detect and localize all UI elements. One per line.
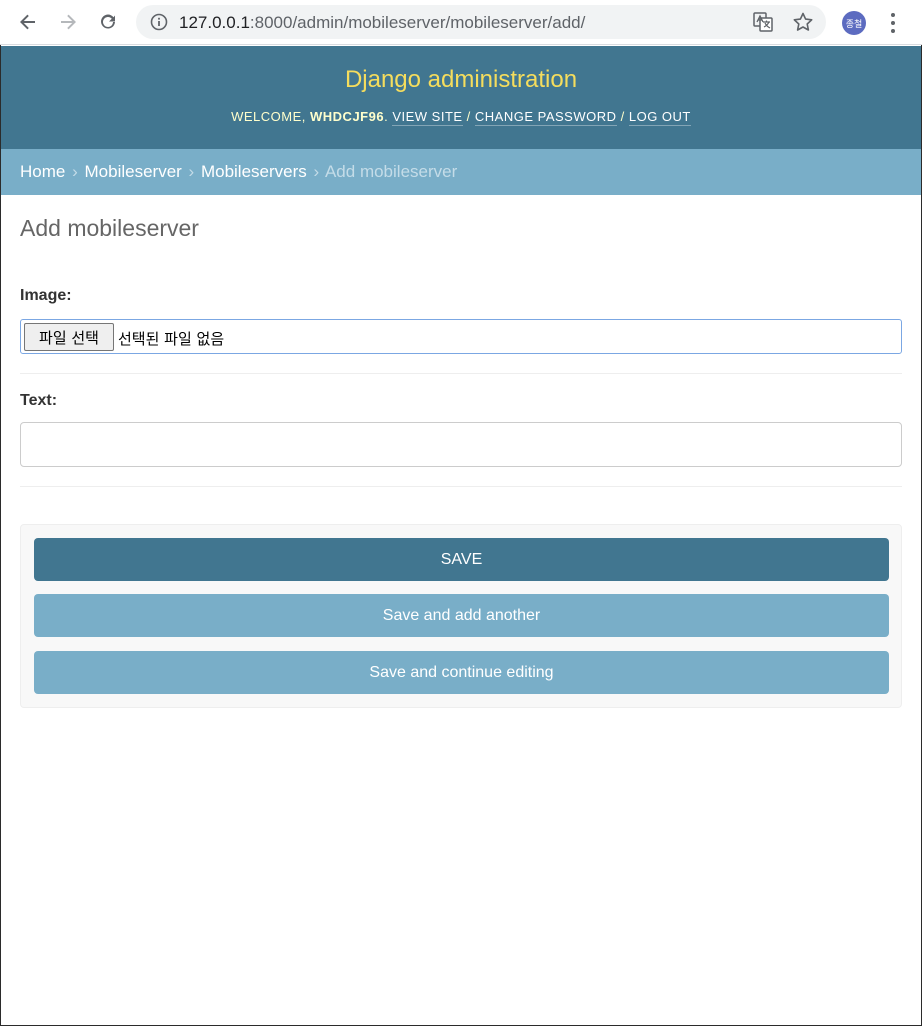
- address-bar[interactable]: 127.0.0.1:8000/admin/mobileserver/mobile…: [136, 5, 826, 39]
- breadcrumb-home[interactable]: Home: [20, 162, 65, 181]
- breadcrumb-separator: ›: [72, 162, 78, 181]
- url-host: 127.0.0.1: [179, 13, 250, 32]
- save-and-continue-button[interactable]: Save and continue editing: [34, 651, 889, 694]
- change-password-link[interactable]: CHANGE PASSWORD: [474, 109, 617, 126]
- page-title: Add mobileserver: [20, 215, 199, 241]
- choose-file-button[interactable]: 파일 선택: [24, 323, 114, 351]
- field-divider: [20, 373, 902, 374]
- file-status-text: 선택된 파일 없음: [118, 330, 225, 348]
- profile-avatar[interactable]: 종철: [842, 11, 866, 35]
- separator: /: [462, 109, 475, 124]
- text-label: Text:: [20, 392, 58, 409]
- star-icon[interactable]: [792, 11, 814, 38]
- breadcrumb-model[interactable]: Mobileservers: [201, 162, 307, 181]
- field-divider: [20, 486, 902, 487]
- image-file-input[interactable]: 파일 선택 선택된 파일 없음: [20, 319, 902, 354]
- save-button[interactable]: SAVE: [34, 538, 889, 581]
- url-text: 127.0.0.1:8000/admin/mobileserver/mobile…: [179, 13, 585, 33]
- breadcrumb-current: Add mobileserver: [324, 162, 458, 181]
- url-path: :8000/admin/mobileserver/mobileserver/ad…: [249, 13, 586, 32]
- reload-icon[interactable]: [94, 8, 122, 36]
- forward-icon[interactable]: [54, 8, 82, 36]
- user-tools: WELCOME, WHDCJF96. VIEW SITE / CHANGE PA…: [1, 109, 921, 126]
- breadcrumb-separator: ›: [313, 162, 320, 181]
- breadcrumb-separator: ›: [188, 162, 195, 181]
- welcome-text: WELCOME,: [231, 109, 311, 124]
- back-icon[interactable]: [14, 8, 42, 36]
- translate-icon[interactable]: [753, 12, 773, 37]
- browser-toolbar: 127.0.0.1:8000/admin/mobileserver/mobile…: [0, 0, 922, 45]
- view-site-link[interactable]: VIEW SITE: [392, 109, 463, 126]
- text-input[interactable]: [20, 422, 902, 467]
- save-and-add-another-button[interactable]: Save and add another: [34, 594, 889, 637]
- admin-header: Django administration WELCOME, WHDCJF96.…: [1, 46, 921, 149]
- separator: /: [616, 109, 629, 124]
- log-out-link[interactable]: LOG OUT: [628, 109, 691, 126]
- image-label: Image:: [20, 287, 72, 304]
- username: WHDCJF96: [310, 109, 385, 124]
- menu-icon[interactable]: [885, 11, 901, 35]
- breadcrumb-app[interactable]: Mobileserver: [85, 162, 182, 181]
- site-title[interactable]: Django administration: [1, 66, 921, 94]
- submit-row: SAVE Save and add another Save and conti…: [20, 524, 902, 708]
- breadcrumb: Home › Mobileserver › Mobileservers › Ad…: [1, 149, 921, 195]
- info-icon[interactable]: [150, 13, 168, 36]
